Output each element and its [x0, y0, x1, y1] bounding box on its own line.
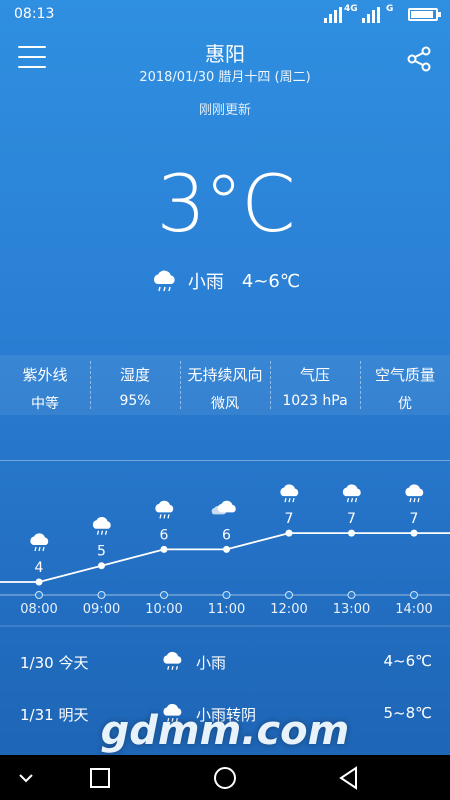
current-condition: 小雨 [187, 272, 224, 293]
wind-cell: 无持续风向 微风 [180, 355, 270, 415]
light-rain-cloud-icon [92, 517, 111, 535]
light-rain-cloud-icon [155, 500, 174, 519]
time-tick [222, 591, 231, 599]
air-quality-cell: 空气质量 优 [360, 355, 450, 415]
day-date: 1/30 今天 [20, 654, 89, 672]
temperature-label: 7 [285, 511, 294, 527]
status-time: 08:13 [14, 6, 55, 22]
home-button[interactable] [211, 765, 239, 791]
light-rain-cloud-icon [405, 484, 424, 503]
day-condition: 小雨 [196, 654, 227, 672]
daily-row-today[interactable]: 1/30 今天 小雨 4~6℃ [0, 642, 450, 682]
day-range: 4~6℃ [383, 652, 432, 670]
air-quality-label: 空气质量 [374, 366, 435, 384]
hourly-forecast[interactable]: 4 08:00 5 09:00 6 10:00 6 11:00 7 12:00 7 13:00 7 14:… [0, 460, 450, 636]
temperature-point [160, 545, 168, 553]
light-rain-cloud-icon [30, 533, 49, 552]
network-type-label: 4G [344, 4, 358, 14]
wind-label: 无持续风向 [187, 366, 263, 384]
time-tick [35, 591, 43, 599]
wind-value: 微风 [211, 396, 239, 412]
temperature-point [285, 529, 293, 537]
current-temperature: 3°C [156, 160, 295, 250]
signal-icon [324, 7, 342, 23]
pressure-label: 气压 [299, 366, 330, 384]
time-tick [347, 591, 356, 599]
temperature-point [410, 529, 418, 537]
time-tick [285, 591, 293, 599]
city-name[interactable]: 惠阳 [0, 38, 450, 67]
share-icon[interactable] [406, 46, 432, 72]
temperature-label: 6 [222, 527, 231, 543]
uv-value: 中等 [31, 396, 59, 412]
light-rain-cloud-icon [280, 484, 299, 503]
humidity-label: 湿度 [119, 366, 150, 384]
uv-label: 紫外线 [22, 366, 68, 384]
temperature-label: 5 [97, 544, 106, 560]
time-label: 09:00 [83, 602, 120, 617]
time-tick [410, 591, 418, 599]
time-label: 14:00 [395, 602, 432, 617]
watermark-text: gdmm.com [100, 708, 350, 754]
temperature-point [223, 545, 230, 553]
current-range: 4~6℃ [241, 270, 301, 292]
date-text: 2018/01/30 腊月十四 (周二) [139, 70, 311, 85]
time-label: 13:00 [333, 602, 370, 617]
cloud-icon [211, 500, 236, 515]
network-type-label: G [386, 4, 394, 14]
status-bar: 08:13 4G G [0, 0, 450, 32]
humidity-cell: 湿度 95% [90, 355, 180, 415]
temperature-label: 7 [347, 511, 356, 527]
recent-apps-button[interactable] [86, 765, 114, 791]
temperature-point [35, 578, 43, 586]
update-status: 刚刚更新 [198, 103, 251, 118]
temperature-point [98, 562, 105, 570]
time-tick [160, 591, 168, 599]
chevron-down-icon[interactable] [12, 765, 40, 791]
weather-details: 紫外线 中等 湿度 95% 无持续风向 微风 气压 1023 hPa 空气质量 … [0, 355, 450, 415]
light-rain-cloud-icon [342, 484, 361, 503]
light-rain-cloud-icon [153, 270, 175, 292]
temperature-point [348, 529, 355, 537]
hourly-chart: 4 08:00 5 09:00 6 10:00 6 11:00 7 12:00 7 13:00 7 14:… [0, 484, 450, 627]
uv-cell: 紫外线 中等 [0, 355, 90, 415]
time-label: 08:00 [20, 602, 57, 617]
time-tick [97, 591, 106, 599]
humidity-value: 95% [119, 393, 151, 409]
air-quality-value: 优 [398, 396, 412, 412]
pressure-value: 1023 hPa [282, 393, 348, 409]
signal-icon [362, 7, 380, 23]
light-rain-cloud-icon [163, 651, 182, 670]
battery-icon [408, 8, 441, 21]
navigation-bar [0, 755, 450, 800]
time-label: 11:00 [208, 602, 245, 617]
temperature-label: 6 [160, 527, 169, 543]
time-label: 10:00 [145, 602, 182, 617]
pressure-cell: 气压 1023 hPa [270, 355, 360, 415]
back-button[interactable] [336, 765, 364, 791]
temperature-label: 4 [35, 560, 44, 576]
current-condition-row: 小雨 4~6℃ [0, 268, 450, 294]
time-label: 12:00 [270, 602, 307, 617]
temperature-label: 7 [410, 511, 419, 527]
